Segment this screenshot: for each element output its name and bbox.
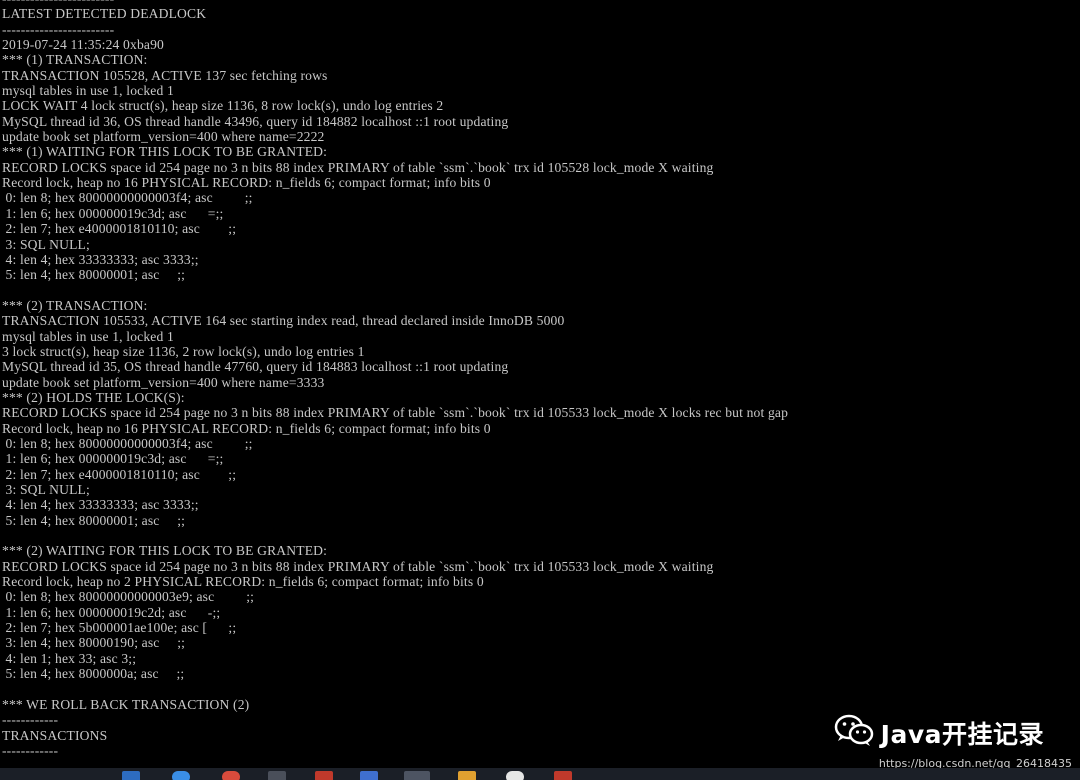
taskbar-app-icon[interactable] — [554, 771, 572, 780]
terminal-line: TRANSACTIONS — [2, 727, 108, 743]
terminal-line: mysql tables in use 1, locked 1 — [2, 328, 174, 344]
terminal-line: ------------------------ — [2, 21, 115, 37]
terminal-line: 3: len 4; hex 80000190; asc ;; — [2, 635, 186, 651]
terminal-line: ------------ — [2, 742, 59, 758]
terminal-line: 3 lock struct(s), heap size 1136, 2 row … — [2, 343, 365, 359]
terminal-line: Record lock, heap no 2 PHYSICAL RECORD: … — [2, 574, 484, 590]
terminal-line: 4: len 1; hex 33; asc 3;; — [2, 650, 137, 666]
terminal-line: LATEST DETECTED DEADLOCK — [2, 6, 207, 22]
terminal-output: ------------------------LATEST DETECTED … — [2, 0, 788, 758]
terminal-line: 2: len 7; hex e4000001810110; asc ;; — [2, 466, 237, 482]
terminal-line: 5: len 4; hex 80000001; asc ;; — [2, 267, 186, 283]
terminal-line: *** (1) WAITING FOR THIS LOCK TO BE GRAN… — [2, 144, 328, 160]
taskbar-app-icon[interactable] — [458, 771, 476, 780]
terminal-line: 4: len 4; hex 33333333; asc 3333;; — [2, 251, 199, 267]
terminal-line: update book set platform_version=400 whe… — [2, 374, 325, 390]
terminal-line: TRANSACTION 105528, ACTIVE 137 sec fetch… — [2, 67, 328, 83]
terminal-line: TRANSACTION 105533, ACTIVE 164 sec start… — [2, 313, 565, 329]
terminal-line: 1: len 6; hex 000000019c3d; asc =;; — [2, 205, 224, 221]
taskbar-app-icon[interactable] — [222, 771, 240, 780]
terminal-line: 3: SQL NULL; — [2, 482, 90, 497]
terminal-line: RECORD LOCKS space id 254 page no 3 n bi… — [2, 405, 789, 421]
terminal-line: *** (2) WAITING FOR THIS LOCK TO BE GRAN… — [2, 543, 328, 559]
terminal-line: 5: len 4; hex 8000000a; asc ;; — [2, 666, 185, 682]
terminal-window[interactable]: ------------------------LATEST DETECTED … — [0, 0, 1080, 768]
watermark-text: Java开挂记录 — [880, 719, 1044, 749]
terminal-line: update book set platform_version=400 whe… — [2, 129, 325, 145]
terminal-line: *** (1) TRANSACTION: — [2, 52, 148, 68]
wechat-icon — [833, 713, 875, 752]
terminal-line: *** WE ROLL BACK TRANSACTION (2) — [2, 696, 250, 712]
terminal-line: 1: len 6; hex 000000019c2d; asc -;; — [2, 604, 221, 620]
terminal-line: 3: SQL NULL; — [2, 236, 90, 252]
terminal-line: 1: len 6; hex 000000019c3d; asc =;; — [2, 451, 224, 467]
taskbar-app-icon[interactable] — [268, 771, 286, 780]
terminal-line: Record lock, heap no 16 PHYSICAL RECORD:… — [2, 420, 491, 436]
terminal-line: Record lock, heap no 16 PHYSICAL RECORD:… — [2, 175, 491, 191]
terminal-line: RECORD LOCKS space id 254 page no 3 n bi… — [2, 558, 714, 574]
taskbar — [0, 768, 1080, 780]
terminal-line: 0: len 8; hex 80000000000003f4; asc ;; — [2, 190, 253, 206]
terminal-line: MySQL thread id 35, OS thread handle 477… — [2, 359, 509, 375]
terminal-line: 2: len 7; hex 5b000001ae100e; asc [ ;; — [2, 620, 237, 636]
terminal-line: *** (2) TRANSACTION: — [2, 297, 148, 313]
taskbar-app-icon[interactable] — [404, 771, 430, 780]
taskbar-app-icon[interactable] — [172, 771, 190, 780]
taskbar-app-icon[interactable] — [360, 771, 378, 780]
taskbar-app-icon[interactable] — [315, 771, 333, 780]
terminal-line: 2: len 7; hex e4000001810110; asc ;; — [2, 221, 237, 237]
terminal-line: ------------ — [2, 712, 59, 728]
taskbar-app-icon[interactable] — [122, 771, 140, 780]
terminal-line: 4: len 4; hex 33333333; asc 3333;; — [2, 497, 199, 513]
taskbar-app-icon[interactable] — [506, 771, 524, 780]
terminal-line: LOCK WAIT 4 lock struct(s), heap size 11… — [2, 98, 444, 114]
terminal-line: mysql tables in use 1, locked 1 — [2, 83, 174, 99]
terminal-line: 0: len 8; hex 80000000000003e9; asc ;; — [2, 589, 255, 605]
watermark: Java开挂记录 — [833, 713, 1044, 752]
terminal-line: RECORD LOCKS space id 254 page no 3 n bi… — [2, 159, 714, 175]
terminal-line: *** (2) HOLDS THE LOCK(S): — [2, 389, 185, 405]
terminal-line: MySQL thread id 36, OS thread handle 434… — [2, 113, 509, 129]
terminal-line: 2019-07-24 11:35:24 0xba90 — [2, 37, 164, 53]
terminal-line: 0: len 8; hex 80000000000003f4; asc ;; — [2, 435, 253, 451]
terminal-line: 5: len 4; hex 80000001; asc ;; — [2, 512, 186, 528]
